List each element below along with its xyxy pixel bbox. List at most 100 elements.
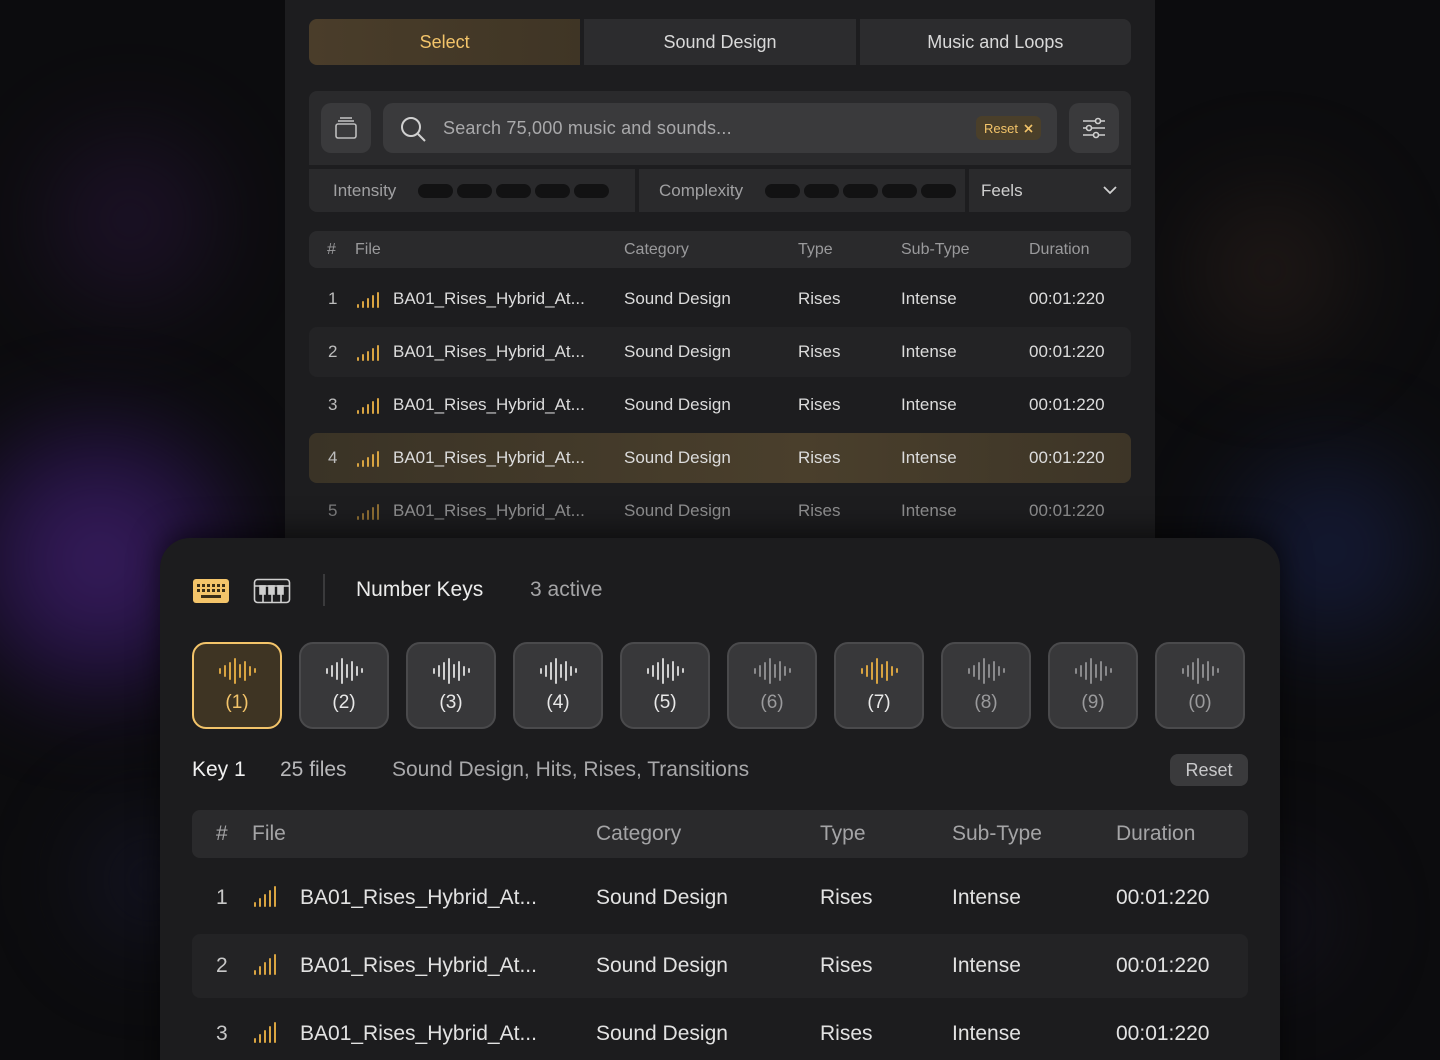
row-type: Rises xyxy=(798,289,841,308)
number-keys-title: Number Keys xyxy=(356,578,484,601)
row-duration: 00:01:220 xyxy=(1116,954,1210,977)
col-subtype[interactable]: Sub-Type xyxy=(901,241,969,259)
tab-select[interactable]: Select xyxy=(309,19,581,65)
row-category: Sound Design xyxy=(624,501,731,520)
col-type[interactable]: Type xyxy=(798,241,833,259)
key-reset-button[interactable]: Reset xyxy=(1170,754,1248,786)
row-file: BA01_Rises_Hybrid_At... xyxy=(393,395,585,414)
tab-sound-design[interactable]: Sound Design xyxy=(584,19,856,65)
tab-music-and-loops[interactable]: Music and Loops xyxy=(859,19,1131,65)
table-row[interactable]: 2 BA01_Rises_Hybrid_At... Sound Design Rise… xyxy=(192,934,1248,998)
number-key-label: (5) xyxy=(653,691,677,713)
waveform-icon xyxy=(254,1022,276,1043)
col-duration[interactable]: Duration xyxy=(1116,822,1195,846)
waveform-icon xyxy=(860,657,898,684)
complexity-slider[interactable] xyxy=(765,183,957,198)
row-type: Rises xyxy=(798,448,841,467)
number-key[interactable]: (9) xyxy=(1048,642,1138,729)
number-key-label: (4) xyxy=(546,691,570,713)
divider xyxy=(323,574,325,606)
table-row[interactable]: 1 BA01_Rises_Hybrid_At... Sound Design Rise… xyxy=(309,274,1131,324)
table-row[interactable]: 1 BA01_Rises_Hybrid_At... Sound Design Rise… xyxy=(192,866,1248,930)
col-duration[interactable]: Duration xyxy=(1029,241,1089,259)
number-key-label: (0) xyxy=(1188,691,1212,713)
piano-icon[interactable] xyxy=(253,578,291,609)
intensity-slider[interactable] xyxy=(418,183,610,198)
col-category[interactable]: Category xyxy=(596,822,681,846)
row-category: Sound Design xyxy=(596,886,728,909)
row-category: Sound Design xyxy=(624,289,731,308)
row-duration: 00:01:220 xyxy=(1116,886,1210,909)
waveform-icon xyxy=(357,290,379,308)
row-file: BA01_Rises_Hybrid_At... xyxy=(300,954,537,977)
col-file[interactable]: File xyxy=(252,822,286,846)
row-type: Rises xyxy=(798,395,841,414)
filter-settings-button[interactable] xyxy=(1069,103,1119,153)
row-number: 2 xyxy=(328,342,338,361)
number-key[interactable]: (0) xyxy=(1155,642,1245,729)
row-number: 2 xyxy=(216,954,228,977)
row-subtype: Intense xyxy=(952,886,1021,909)
number-key-label: (1) xyxy=(225,691,249,713)
row-category: Sound Design xyxy=(624,395,731,414)
table-row[interactable]: 5 BA01_Rises_Hybrid_At... Sound Design Rise… xyxy=(309,486,1131,536)
row-duration: 00:01:220 xyxy=(1029,501,1105,520)
search-icon xyxy=(401,117,426,142)
keyboard-icon[interactable] xyxy=(192,578,230,609)
waveform-icon xyxy=(1074,657,1112,684)
col-type[interactable]: Type xyxy=(820,822,866,846)
waveform-icon xyxy=(1181,657,1219,684)
number-key[interactable]: (3) xyxy=(406,642,496,729)
number-key[interactable]: (4) xyxy=(513,642,603,729)
number-key-label: (8) xyxy=(974,691,998,713)
row-type: Rises xyxy=(820,886,873,909)
row-category: Sound Design xyxy=(596,1022,728,1045)
key-file-count: 25 files xyxy=(280,758,347,781)
table-row[interactable]: 4 BA01_Rises_Hybrid_At... Sound Design Rise… xyxy=(309,433,1131,483)
number-key[interactable]: (6) xyxy=(727,642,817,729)
feels-label: Feels xyxy=(981,180,1023,200)
library-button[interactable] xyxy=(321,103,371,153)
number-key-label: (2) xyxy=(332,691,356,713)
intensity-label: Intensity xyxy=(333,180,397,200)
number-key[interactable]: (5) xyxy=(620,642,710,729)
waveform-icon xyxy=(254,954,276,975)
number-key[interactable]: (7) xyxy=(834,642,924,729)
col-category[interactable]: Category xyxy=(624,241,689,259)
complexity-label: Complexity xyxy=(659,180,744,200)
waveform-icon xyxy=(753,657,791,684)
key-categories: Sound Design, Hits, Rises, Transitions xyxy=(392,758,750,781)
row-category: Sound Design xyxy=(624,448,731,467)
row-duration: 00:01:220 xyxy=(1029,289,1105,308)
search-reset-chip[interactable]: Reset xyxy=(976,116,1041,140)
number-key-label: (9) xyxy=(1081,691,1105,713)
number-key-label: (7) xyxy=(867,691,891,713)
row-type: Rises xyxy=(798,342,841,361)
col-subtype[interactable]: Sub-Type xyxy=(952,822,1042,846)
table-row[interactable]: 2 BA01_Rises_Hybrid_At... Sound Design Rise… xyxy=(309,327,1131,377)
waveform-icon xyxy=(432,657,470,684)
number-key[interactable]: (2) xyxy=(299,642,389,729)
waveform-icon xyxy=(357,502,379,520)
key-table-header: # File Category Type Sub-Type Duration xyxy=(192,810,1248,858)
intensity-filter[interactable]: Intensity xyxy=(309,169,635,212)
row-file: BA01_Rises_Hybrid_At... xyxy=(393,289,585,308)
col-num: # xyxy=(327,240,336,258)
waveform-icon xyxy=(539,657,577,684)
number-key-label: (6) xyxy=(760,691,784,713)
row-duration: 00:01:220 xyxy=(1029,342,1105,361)
number-key[interactable]: (8) xyxy=(941,642,1031,729)
number-key[interactable]: (1) xyxy=(192,642,282,729)
chevron-down-icon xyxy=(1103,186,1117,195)
complexity-filter[interactable]: Complexity xyxy=(639,169,965,212)
search-input[interactable]: Search 75,000 music and sounds... Reset xyxy=(383,103,1057,153)
feels-dropdown[interactable]: Feels xyxy=(969,169,1131,212)
row-type: Rises xyxy=(820,954,873,977)
row-file: BA01_Rises_Hybrid_At... xyxy=(393,342,585,361)
table-row[interactable]: 3 BA01_Rises_Hybrid_At... Sound Design Rise… xyxy=(192,1002,1248,1060)
col-file[interactable]: File xyxy=(355,241,381,259)
filter-row: Intensity Complexity Feels xyxy=(309,169,1131,212)
table-row[interactable]: 3 BA01_Rises_Hybrid_At... Sound Design Rise… xyxy=(309,380,1131,430)
number-key-label: (3) xyxy=(439,691,463,713)
row-duration: 00:01:220 xyxy=(1029,448,1105,467)
